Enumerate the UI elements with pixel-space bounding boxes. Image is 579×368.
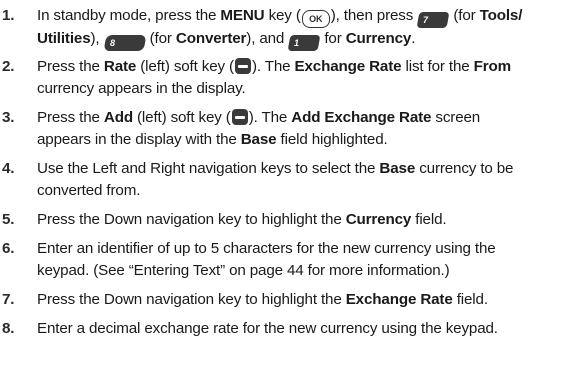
step-line: Press the Add (left) soft key (). The Ad… (37, 109, 481, 126)
step-number: 4. (2, 160, 15, 177)
menu-term: MENU (220, 7, 265, 24)
step-text: Enter a decimal exchange rate for the ne… (37, 318, 575, 340)
step-text: Press the Down navigation key to highlig… (37, 209, 575, 231)
add-exchange-rate-term: Add Exchange Rate (291, 109, 432, 126)
step-line: Use the Left and Right navigation keys t… (37, 160, 514, 177)
key-7-icon: 7 (416, 12, 450, 28)
step-text: Enter an identifier of up to 5 character… (37, 238, 575, 282)
base-term: Base (379, 160, 416, 177)
step-text: Press the Rate (left) soft key (). The E… (37, 56, 575, 100)
step-line: keypad. (See “Entering Text” on page 44 … (37, 262, 450, 279)
step-line: currency appears in the display. (37, 80, 246, 97)
instruction-page: 1. In standby mode, press the MENU key (… (0, 0, 579, 368)
step-number: 8. (2, 320, 15, 337)
step-line: Press the Down navigation key to highlig… (37, 291, 488, 308)
step-number: 2. (2, 58, 15, 75)
step-text: Use the Left and Right navigation keys t… (37, 158, 575, 202)
currency-term: Currency (345, 211, 412, 228)
step-text: In standby mode, press the MENU key (OK)… (37, 5, 575, 51)
ok-key-icon: OK (301, 10, 330, 28)
step-line: Utilities), 8 (for Converter), and 1 for… (37, 28, 575, 51)
key-8-icon: 8 (103, 35, 146, 51)
rate-term: Rate (103, 58, 137, 75)
step-line: converted from. (37, 182, 141, 199)
converter-term: Converter (175, 30, 247, 47)
left-soft-key-icon (231, 109, 248, 125)
step-text: Press the Down navigation key to highlig… (37, 289, 575, 311)
step-line: Press the Down navigation key to highlig… (37, 211, 447, 228)
exchange-rate-term: Exchange Rate (345, 291, 453, 308)
step-text: Press the Add (left) soft key (). The Ad… (37, 107, 575, 151)
add-term: Add (103, 109, 133, 126)
tools-term: Tools/ (479, 7, 523, 24)
step-line: appears in the display with the Base fie… (37, 131, 388, 148)
key-1-icon: 1 (287, 35, 321, 51)
step-line: Enter an identifier of up to 5 character… (37, 240, 496, 257)
utilities-term: Utilities (37, 30, 91, 47)
step-line: Enter a decimal exchange rate for the ne… (37, 320, 498, 337)
exchange-rate-term: Exchange Rate (294, 58, 402, 75)
currency-term: Currency (345, 30, 412, 47)
step-number: 3. (2, 109, 15, 126)
from-term: From (473, 58, 512, 75)
base-term: Base (240, 131, 277, 148)
step-number: 7. (2, 291, 15, 308)
step-number: 1. (2, 7, 15, 24)
step-line: In standby mode, press the MENU key (OK)… (37, 5, 575, 28)
left-soft-key-icon (234, 58, 251, 74)
step-number: 6. (2, 240, 15, 257)
step-number: 5. (2, 211, 15, 228)
step-line: Press the Rate (left) soft key (). The E… (37, 58, 512, 75)
